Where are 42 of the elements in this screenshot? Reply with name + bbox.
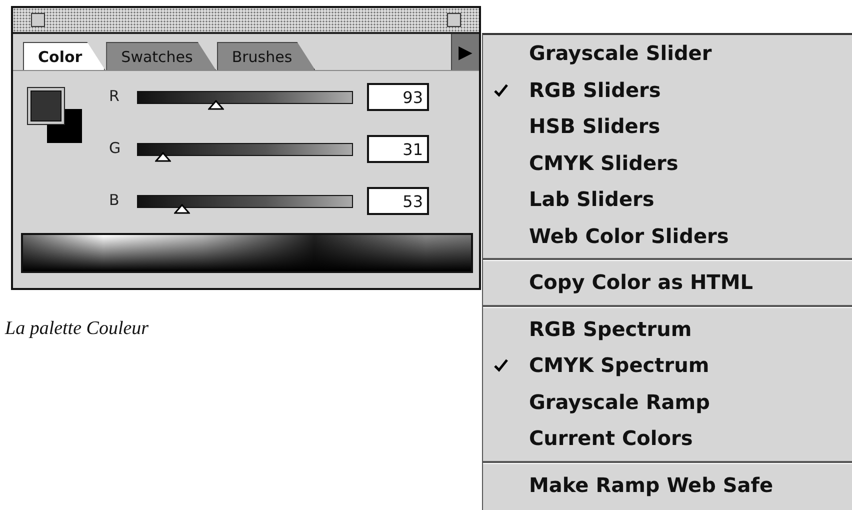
menu-item-label: RGB Sliders — [529, 78, 661, 102]
menu-item[interactable]: CMYK Sliders — [483, 144, 852, 181]
menu-item-label: Grayscale Ramp — [529, 390, 710, 414]
menu-item-label: Make Ramp Web Safe — [529, 472, 774, 497]
menu-item[interactable]: Lab Sliders — [483, 181, 852, 218]
menu-item[interactable]: RGB Sliders — [483, 72, 852, 108]
menu-item-label: CMYK Sliders — [529, 150, 678, 175]
menu-item-label: CMYK Spectrum — [529, 353, 710, 378]
slider-thumb-icon[interactable] — [174, 204, 190, 214]
menu-item[interactable]: Grayscale Slider — [483, 35, 852, 72]
value-field[interactable]: 31 — [367, 135, 429, 163]
menu-item[interactable]: Web Color Sliders — [483, 218, 852, 254]
menu-item[interactable]: Current Colors — [483, 420, 852, 456]
close-box-icon[interactable] — [31, 13, 45, 27]
channel-label: R — [109, 86, 120, 105]
slider-thumb-icon[interactable] — [155, 152, 172, 162]
menu-item-label: Current Colors — [529, 426, 693, 450]
tab[interactable]: Color — [23, 42, 106, 70]
menu-item-label: Grayscale Slider — [529, 41, 712, 66]
menu-item-label: RGB Spectrum — [529, 316, 692, 341]
menu-item[interactable]: Copy Color as HTML — [483, 264, 852, 300]
menu-item-label: Copy Color as HTML — [529, 270, 753, 294]
channel-label: G — [109, 138, 122, 157]
value-field[interactable]: 93 — [367, 83, 429, 111]
palette-menu-button[interactable]: ▶ — [451, 34, 479, 70]
menu-item[interactable]: HSB Sliders — [483, 108, 852, 144]
menu-item[interactable]: RGB Spectrum — [483, 310, 852, 347]
zoom-box-icon[interactable] — [447, 13, 461, 27]
tab[interactable]: Swatches — [106, 42, 216, 70]
menu-item[interactable]: CMYK Spectrum — [483, 347, 852, 384]
color-spectrum-bar[interactable] — [21, 233, 473, 273]
caption: La palette Couleur — [5, 318, 149, 340]
menu-item[interactable]: Make Ramp Web Safe — [483, 466, 852, 503]
menu-item[interactable]: Grayscale Ramp — [483, 384, 852, 420]
channel-label: B — [109, 190, 120, 209]
tab[interactable]: Brushes — [216, 42, 316, 70]
menu-item-label: HSB Sliders — [529, 114, 660, 138]
slider-thumb-icon[interactable] — [208, 100, 224, 110]
value-field[interactable]: 53 — [367, 187, 429, 215]
color-swatches-icon[interactable] — [27, 87, 83, 143]
menu-item-label: Lab Sliders — [529, 187, 654, 212]
menu-item-label: Web Color Sliders — [529, 224, 729, 248]
